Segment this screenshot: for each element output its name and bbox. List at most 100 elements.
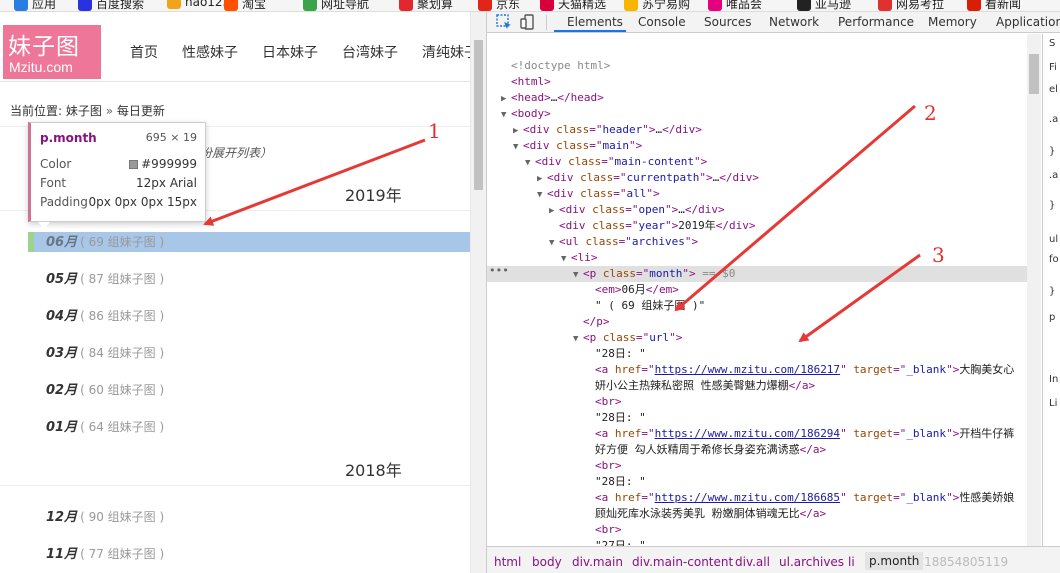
collapse-triangle-icon[interactable]: ▼ (501, 107, 511, 123)
scrollbar-thumb[interactable] (1029, 54, 1039, 94)
dom-node-line[interactable]: <html> (501, 74, 551, 90)
dom-node-line[interactable]: ▼ <div class="main-content"> (525, 154, 707, 170)
page-scrollbar[interactable] (470, 12, 486, 573)
dom-node-line[interactable]: <em>06月</em> (585, 282, 679, 298)
dom-node-line[interactable]: ▼ <div class="all"> (537, 186, 660, 202)
month-row[interactable]: 12月( 90 组妹子图 ) (28, 507, 486, 527)
month-count: ( 87 组妹子图 ) (80, 272, 165, 286)
dom-token: <div (559, 219, 593, 232)
expand-triangle-icon[interactable]: ▶ (549, 203, 559, 219)
dom-breadcrumb[interactable]: body (532, 555, 562, 569)
dom-token[interactable]: https://www.mzitu.com/186685 (655, 491, 840, 504)
inspect-element-icon[interactable] (495, 13, 513, 31)
more-options-icon[interactable]: ••• (489, 264, 509, 277)
tab-console[interactable]: Console (638, 15, 686, 29)
dom-breadcrumb[interactable]: div.main-content (632, 555, 733, 569)
dom-node-line[interactable]: <br> (585, 458, 622, 474)
dom-node-line[interactable]: ▼ <ul class="archives"> (549, 234, 698, 250)
dom-token[interactable]: https://www.mzitu.com/186294 (655, 427, 840, 440)
dom-node-line[interactable]: <a href="https://www.mzitu.com/186294" t… (585, 426, 1014, 442)
tab-elements[interactable]: Elements (567, 15, 623, 29)
bookmark-item[interactable]: 聚划算 (399, 0, 453, 11)
dom-node-line[interactable]: ▶ <div class="currentpath">…</div> (537, 170, 759, 186)
dom-node-line[interactable]: <br> (585, 394, 622, 410)
collapse-triangle-icon[interactable]: ▼ (573, 267, 583, 283)
tab-memory[interactable]: Memory (928, 15, 977, 29)
dom-node-line[interactable]: ▼ <p class="month"> == $0 (573, 266, 735, 282)
dom-node-line[interactable]: ▼ <li> (561, 250, 598, 266)
tab-network[interactable]: Network (769, 15, 819, 29)
collapse-triangle-icon[interactable]: ▼ (573, 331, 583, 347)
dom-token: =" (636, 267, 650, 280)
dom-node-line[interactable]: 妍小公主热辣私密照 性感美臀魅力爆棚</a> (585, 378, 815, 394)
dom-node-line[interactable]: " ( 69 组妹子图 )" (585, 298, 705, 314)
bookmark-item[interactable]: 网易考拉 (878, 0, 944, 11)
dom-node-line[interactable]: "28日: " (585, 410, 646, 426)
dom-breadcrumb[interactable]: html (494, 555, 521, 569)
collapse-triangle-icon[interactable]: ▼ (561, 251, 571, 267)
dom-tree-scrollbar[interactable] (1027, 34, 1041, 546)
tab-sources[interactable]: Sources (704, 15, 751, 29)
dom-node-line[interactable]: <a href="https://www.mzitu.com/186217" t… (585, 362, 1014, 378)
bookmark-item[interactable]: 亚马逊 (797, 0, 851, 11)
collapse-triangle-icon[interactable]: ▼ (513, 139, 523, 155)
expand-triangle-icon[interactable]: ▶ (537, 171, 547, 187)
device-toolbar-icon[interactable] (519, 13, 537, 31)
month-row[interactable]: 11月( 77 组妹子图 ) (28, 544, 486, 564)
dom-breadcrumb[interactable]: p.month (865, 552, 924, 570)
site-logo[interactable]: 妹子图 Mzitu.com (3, 25, 101, 79)
tab-performance[interactable]: Performance (838, 15, 914, 29)
bookmark-item[interactable]: 天猫精选 (540, 0, 606, 11)
dom-breadcrumb[interactable]: div.all (735, 555, 770, 569)
bookmark-item[interactable]: 淘宝 (224, 0, 266, 11)
bookmark-item[interactable]: 百度搜索 (78, 0, 144, 11)
dom-node-line[interactable]: 好方便 勾人妖精周于希修长身姿充满诱惑</a> (585, 442, 826, 458)
dom-node-line[interactable]: 顾灿死库水泳装秀美乳 粉嫩胴体销魂无比</a> (585, 506, 826, 522)
bookmark-item[interactable]: 网址导航 (303, 0, 369, 11)
nav-home[interactable]: 首页 (130, 42, 158, 62)
month-row[interactable]: 06月( 69 组妹子图 ) (28, 232, 486, 252)
dom-node-line[interactable]: ▼ <div class="main"> (513, 138, 642, 154)
bookmark-item[interactable]: 看新闻 (967, 0, 1021, 11)
dom-node-line[interactable]: ▼ <body> (501, 106, 551, 122)
month-row[interactable]: 01月( 64 组妹子图 ) (28, 417, 486, 437)
expand-triangle-icon[interactable]: ▶ (501, 91, 511, 107)
month-row[interactable]: 02月( 60 组妹子图 ) (28, 380, 486, 400)
collapse-triangle-icon[interactable]: ▼ (525, 155, 535, 171)
nav-taiwan[interactable]: 台湾妹子 (342, 42, 398, 62)
dom-node-line[interactable]: <br> (585, 522, 622, 538)
dom-tree[interactable]: ••• <!doctype html> <html> ▶ <head>…</head>… (487, 34, 1027, 546)
dom-node-line[interactable]: "28日: " (585, 474, 646, 490)
dom-node-line[interactable]: "27日: " (585, 538, 646, 546)
nav-japan[interactable]: 日本妹子 (262, 42, 318, 62)
dom-breadcrumb[interactable]: div.main (572, 555, 623, 569)
dom-node-line[interactable]: "28日: " (585, 346, 646, 362)
dom-token[interactable]: https://www.mzitu.com/186217 (655, 363, 840, 376)
dom-node-line[interactable]: ▶ <head>…</head> (501, 90, 604, 106)
bookmark-item[interactable]: 苏宁易购 (624, 0, 690, 11)
dom-node-line[interactable]: <div class="year">2019年</div> (549, 218, 756, 234)
dom-breadcrumb[interactable]: ul.archives (779, 555, 844, 569)
dom-node-line[interactable]: </p> (573, 314, 610, 330)
collapse-triangle-icon[interactable]: ▼ (537, 187, 547, 203)
scrollbar-thumb[interactable] (474, 40, 483, 190)
expand-triangle-icon[interactable]: ▶ (513, 123, 523, 139)
bookmark-item[interactable]: 唯品会 (708, 0, 762, 11)
bookmark-item[interactable]: 京东 (478, 0, 520, 11)
dom-node-line[interactable]: ▶ <div class="header">…</div> (513, 122, 702, 138)
dom-token: _blank (906, 491, 947, 504)
dom-breadcrumb[interactable]: li (848, 555, 855, 569)
bookmark-item[interactable]: 应用 (14, 0, 56, 11)
tab-application[interactable]: Application (996, 15, 1060, 29)
dom-node-line[interactable]: <a href="https://www.mzitu.com/186685" t… (585, 490, 1014, 506)
dom-node-line[interactable]: <!doctype html> (501, 58, 610, 74)
nav-sexy[interactable]: 性感妹子 (182, 42, 238, 62)
dom-node-line[interactable]: ▼ <p class="url"> (573, 330, 682, 346)
bookmark-item[interactable]: hao123 (167, 0, 230, 9)
month-row[interactable]: 05月( 87 组妹子图 ) (28, 269, 486, 289)
month-row[interactable]: 03月( 84 组妹子图 ) (28, 343, 486, 363)
breadcrumb-home-link[interactable]: 妹子图 (66, 104, 102, 118)
month-row[interactable]: 04月( 86 组妹子图 ) (28, 306, 486, 326)
dom-node-line[interactable]: ▶ <div class="open">…</div> (549, 202, 725, 218)
collapse-triangle-icon[interactable]: ▼ (549, 235, 559, 251)
